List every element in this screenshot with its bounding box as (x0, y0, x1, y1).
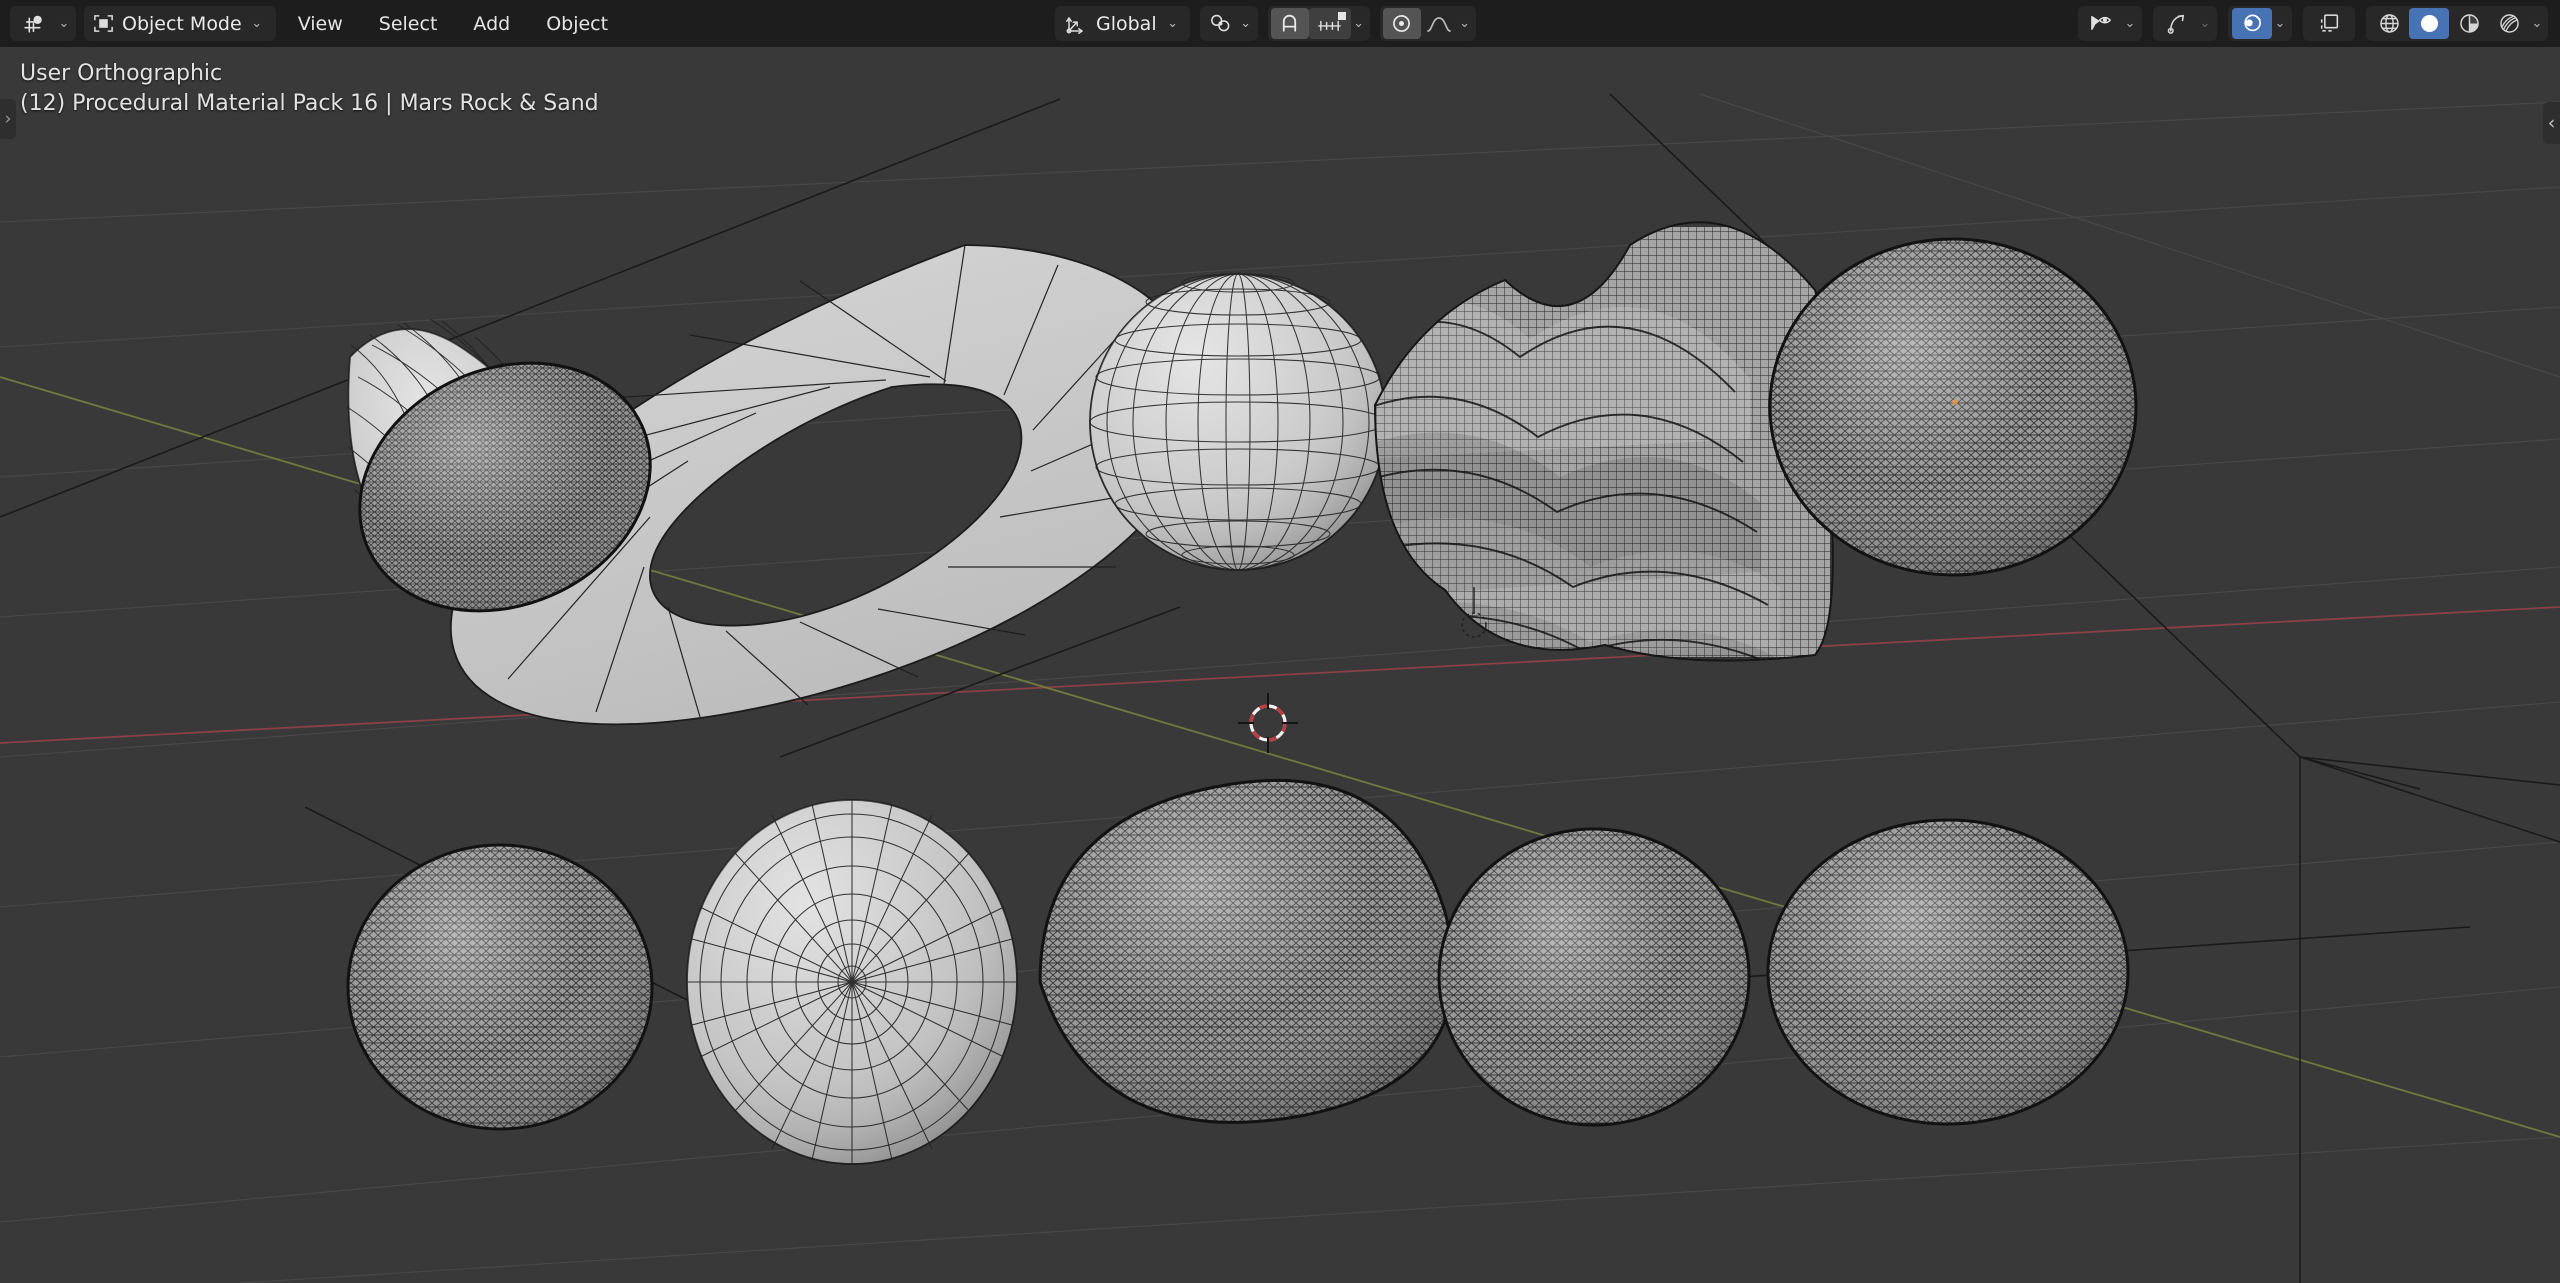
shading-mode-selector: ⌄ (2366, 6, 2548, 41)
proportional-falloff-chevron-down-icon[interactable]: ⌄ (1457, 16, 1473, 31)
rock-sphere-dense-5[interactable] (1430, 822, 1770, 1142)
overlays-chevron-down-icon[interactable]: ⌄ (2272, 16, 2288, 31)
snap-magnet-icon[interactable] (1270, 8, 1309, 39)
interaction-mode-label: Object Mode (122, 12, 242, 35)
3d-scene[interactable] (0, 47, 2560, 1283)
visibility-chevron-down-icon[interactable]: ⌄ (2122, 16, 2138, 31)
interaction-mode-chevron-down-icon[interactable]: ⌄ (249, 16, 265, 31)
snapping-controls: ⌄ (1267, 6, 1370, 41)
3d-viewport[interactable]: User Orthographic (12) Procedural Materi… (0, 47, 2560, 1283)
3d-cursor (1238, 693, 1298, 753)
editor-type-selector[interactable]: ⌄ (10, 6, 76, 41)
shading-wireframe-icon[interactable] (2369, 8, 2409, 39)
rock-sphere-dense-4[interactable] (1020, 767, 1490, 1137)
uv-sphere-pole-view[interactable] (686, 799, 1018, 1165)
snap-to-chevron-down-icon[interactable]: ⌄ (1351, 16, 1367, 31)
axis-x-line (0, 606, 2560, 744)
transform-orientation-icon (1064, 12, 1088, 36)
proportional-editing-controls: ⌄ (1379, 6, 1476, 41)
shading-material-preview-icon[interactable] (2449, 8, 2489, 39)
uv-sphere-large[interactable] (1089, 273, 1387, 571)
object-types-visibility-selector[interactable]: ⌄ (2078, 6, 2142, 41)
view-menu[interactable]: View (284, 9, 357, 39)
transform-orientation-selector[interactable]: Global ⌄ (1055, 6, 1190, 41)
editor-type-chevron-down-icon[interactable]: ⌄ (56, 16, 72, 31)
pivot-point-chevron-down-icon[interactable]: ⌄ (1238, 16, 1254, 31)
toolbar-toggle-chevron-right-icon[interactable]: › (0, 99, 16, 139)
interaction-mode-selector[interactable]: Object Mode ⌄ (84, 6, 276, 41)
object-types-visibility-icon[interactable] (2082, 8, 2122, 39)
shading-solid-icon[interactable] (2409, 8, 2449, 39)
select-menu[interactable]: Select (365, 9, 452, 39)
sidebar-toggle-chevron-left-icon[interactable]: ‹ (2543, 102, 2560, 144)
pivot-point-selector[interactable]: ⌄ (1199, 6, 1258, 41)
shading-rendered-icon[interactable] (2489, 8, 2529, 39)
gizmo-chevron-down-icon[interactable]: ⌄ (2197, 16, 2213, 31)
pivot-point-icon[interactable] (1204, 8, 1238, 39)
rock-sphere-dense-6[interactable] (1760, 812, 2150, 1142)
show-gizmo-icon[interactable] (2157, 8, 2197, 39)
toggle-x-ray-icon[interactable] (2307, 8, 2351, 39)
snap-increment-icon[interactable] (1308, 8, 1351, 39)
add-menu[interactable]: Add (459, 9, 524, 39)
viewport-header: ⌄ Object Mode ⌄ View Select Add Object G… (0, 0, 2560, 47)
proportional-editing-icon[interactable] (1382, 8, 1421, 39)
displaced-terrain-plane[interactable] (1350, 221, 1836, 702)
transform-orientation-chevron-down-icon[interactable]: ⌄ (1165, 16, 1181, 31)
object-menu[interactable]: Object (532, 9, 622, 39)
xray-control (2303, 6, 2355, 41)
show-overlays-icon[interactable] (2232, 8, 2272, 39)
editor-type-3d-viewport-icon[interactable] (14, 8, 54, 39)
shading-chevron-down-icon[interactable]: ⌄ (2529, 16, 2545, 31)
overlay-controls: ⌄ (2228, 6, 2292, 41)
gizmo-controls: ⌄ (2153, 6, 2217, 41)
object-mode-icon (92, 12, 115, 35)
transform-orientation-label: Global (1096, 12, 1157, 35)
proportional-falloff-smooth-icon[interactable] (1421, 8, 1457, 39)
